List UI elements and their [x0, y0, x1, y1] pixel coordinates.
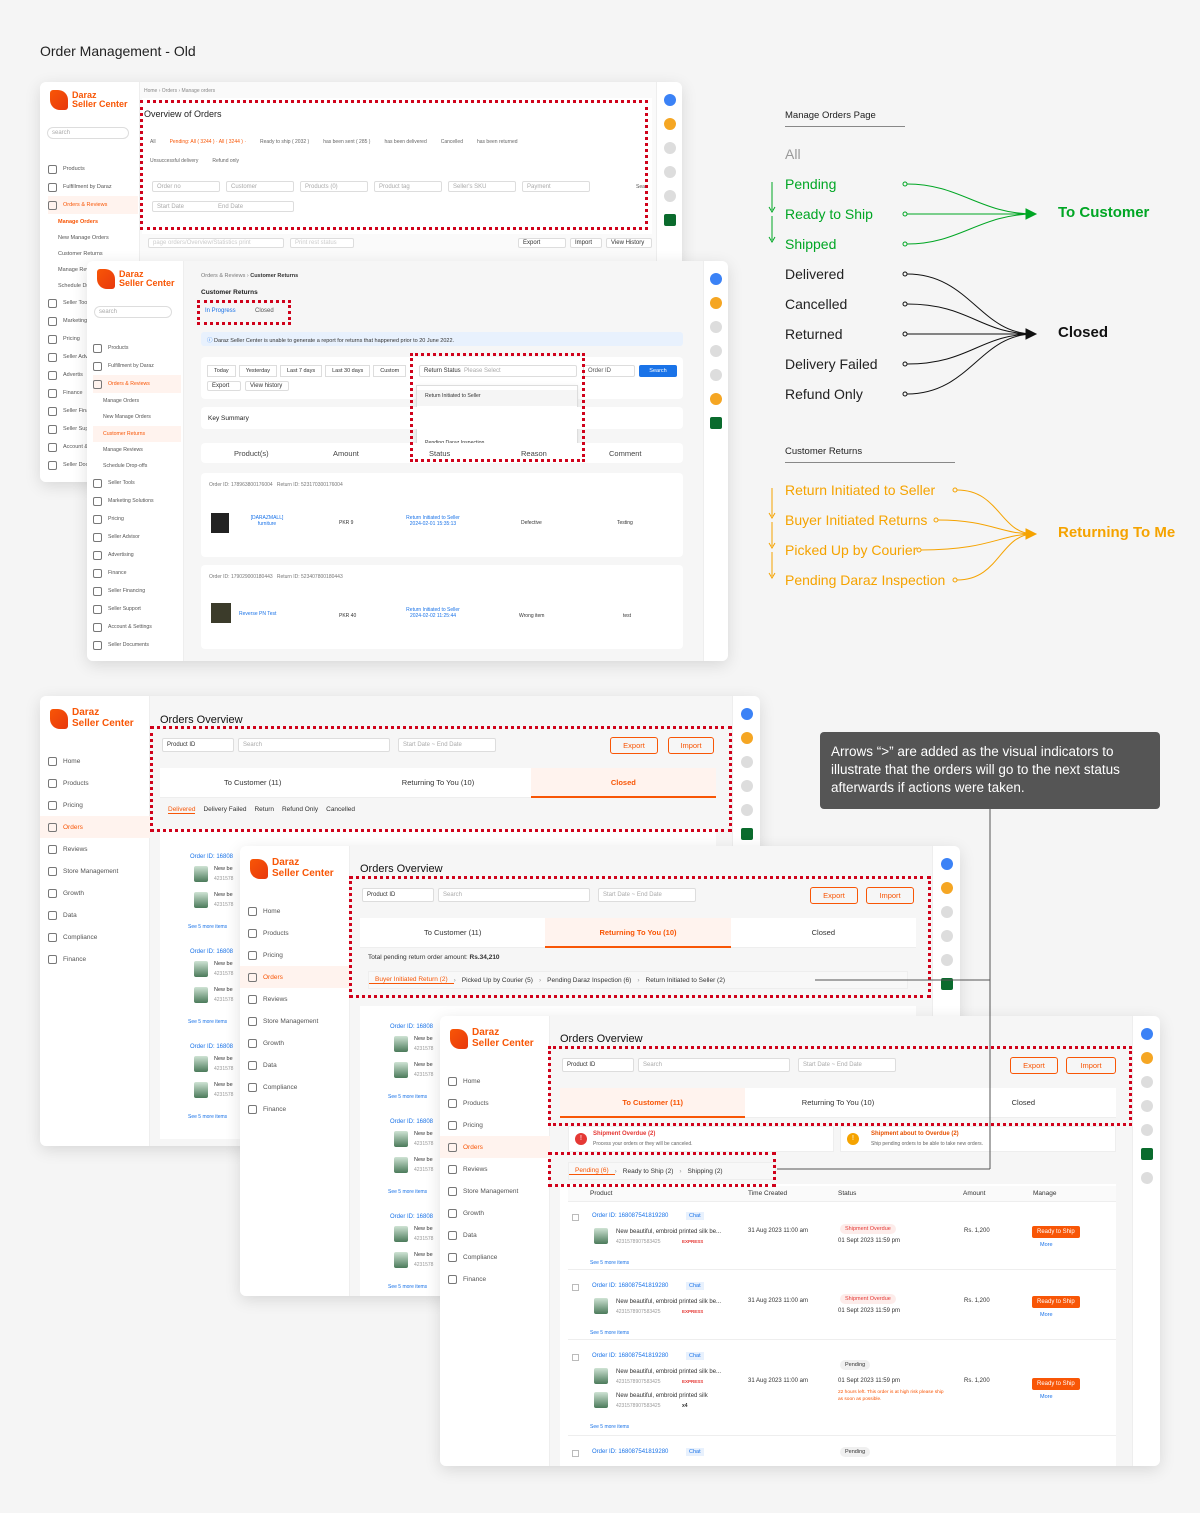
note-connectors [777, 809, 991, 1170]
